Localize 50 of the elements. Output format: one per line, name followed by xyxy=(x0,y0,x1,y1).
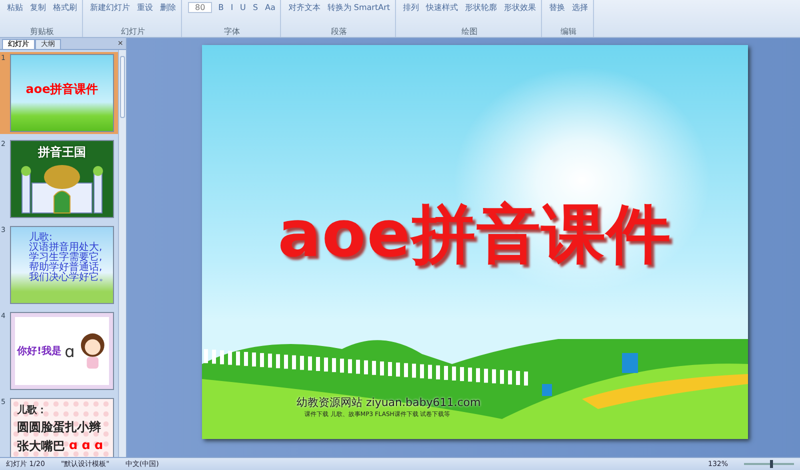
scrollbar-thumb[interactable] xyxy=(120,56,125,118)
zoom-slider-thumb[interactable] xyxy=(770,460,773,468)
group-label: 幻灯片 xyxy=(120,27,146,37)
ribbon-button[interactable]: 转换为 SmartArt xyxy=(326,2,391,13)
scrollbar[interactable] xyxy=(118,50,126,457)
group-label: 编辑 xyxy=(560,27,578,37)
pinyin-letter: ɑ xyxy=(64,342,75,360)
poem-line: 帮助学好普通话, xyxy=(29,263,102,273)
song-line: 儿歌： xyxy=(17,404,47,417)
poem-line: 我们决心学好它。 xyxy=(29,273,109,283)
thumbnail-title: aoe拼音课件 xyxy=(26,81,98,98)
ribbon-button[interactable]: 排列 xyxy=(402,2,420,13)
slide-thumbnail[interactable]: 儿歌： 圆圆脸蛋扎小辫 张大嘴巴 ɑ ɑ ɑ xyxy=(10,398,114,457)
slide-thumbnail[interactable]: aoe拼音课件 xyxy=(10,54,114,132)
ribbon-button[interactable]: 快速样式 xyxy=(425,2,459,13)
poem-line: 汉语拼音用处大, xyxy=(29,243,102,253)
website-caption: 幼教资源网站 ziyuan.baby611.com xyxy=(296,395,481,410)
greeting-text: 你好!我是 xyxy=(17,344,62,358)
ribbon-button[interactable]: I xyxy=(230,3,234,12)
poem-line: 儿歌: xyxy=(29,233,52,243)
ribbon-button[interactable]: S xyxy=(252,3,259,12)
group-label: 绘图 xyxy=(460,27,478,37)
ribbon-button[interactable]: 复制 xyxy=(29,2,47,13)
ribbon-button[interactable]: 形状效果 xyxy=(503,2,537,13)
song-line: 张大嘴巴 xyxy=(17,438,65,455)
slide-thumbnail[interactable]: 拼音王国 xyxy=(10,140,114,218)
song-line: 圆圆脸蛋扎小辫 xyxy=(17,419,101,436)
slide-title: aoe拼音课件 xyxy=(278,197,672,274)
close-button[interactable]: × xyxy=(118,39,123,48)
ribbon-button[interactable]: 替换 xyxy=(548,2,566,13)
ribbon-button[interactable]: 选择 xyxy=(571,2,589,13)
thumbnail-title: 拼音王国 xyxy=(38,144,86,161)
ribbon-button[interactable]: U xyxy=(239,3,247,12)
ribbon-button[interactable]: 删除 xyxy=(159,2,177,13)
poem-line: 学习生字需要它, xyxy=(29,253,102,263)
group-label: 字体 xyxy=(223,27,242,37)
ribbon-button[interactable]: 粘贴 xyxy=(6,2,24,13)
ribbon-button[interactable]: 新建幻灯片 xyxy=(89,2,131,13)
ribbon-button[interactable]: B xyxy=(217,3,225,12)
group-label: 段落 xyxy=(330,27,348,37)
pinyin-letters: ɑ ɑ ɑ xyxy=(69,438,104,454)
ribbon-button[interactable]: Aa xyxy=(264,3,276,12)
group-label: 剪贴板 xyxy=(29,27,55,37)
ribbon-button[interactable]: 形状轮廓 xyxy=(464,2,498,13)
slide-thumbnail[interactable]: 儿歌: 汉语拼音用处大, 学习生字需要它, 帮助学好普通话, 我们决心学好它。 xyxy=(10,226,114,304)
ribbon-button[interactable]: 格式刷 xyxy=(52,2,78,13)
font-size-field[interactable]: 80 xyxy=(188,2,212,13)
slide-thumbnail[interactable]: 你好!我是 ɑ xyxy=(10,312,114,390)
ribbon-button[interactable]: 对齐文本 xyxy=(287,2,322,13)
ribbon-button[interactable]: 重设 xyxy=(136,2,154,13)
